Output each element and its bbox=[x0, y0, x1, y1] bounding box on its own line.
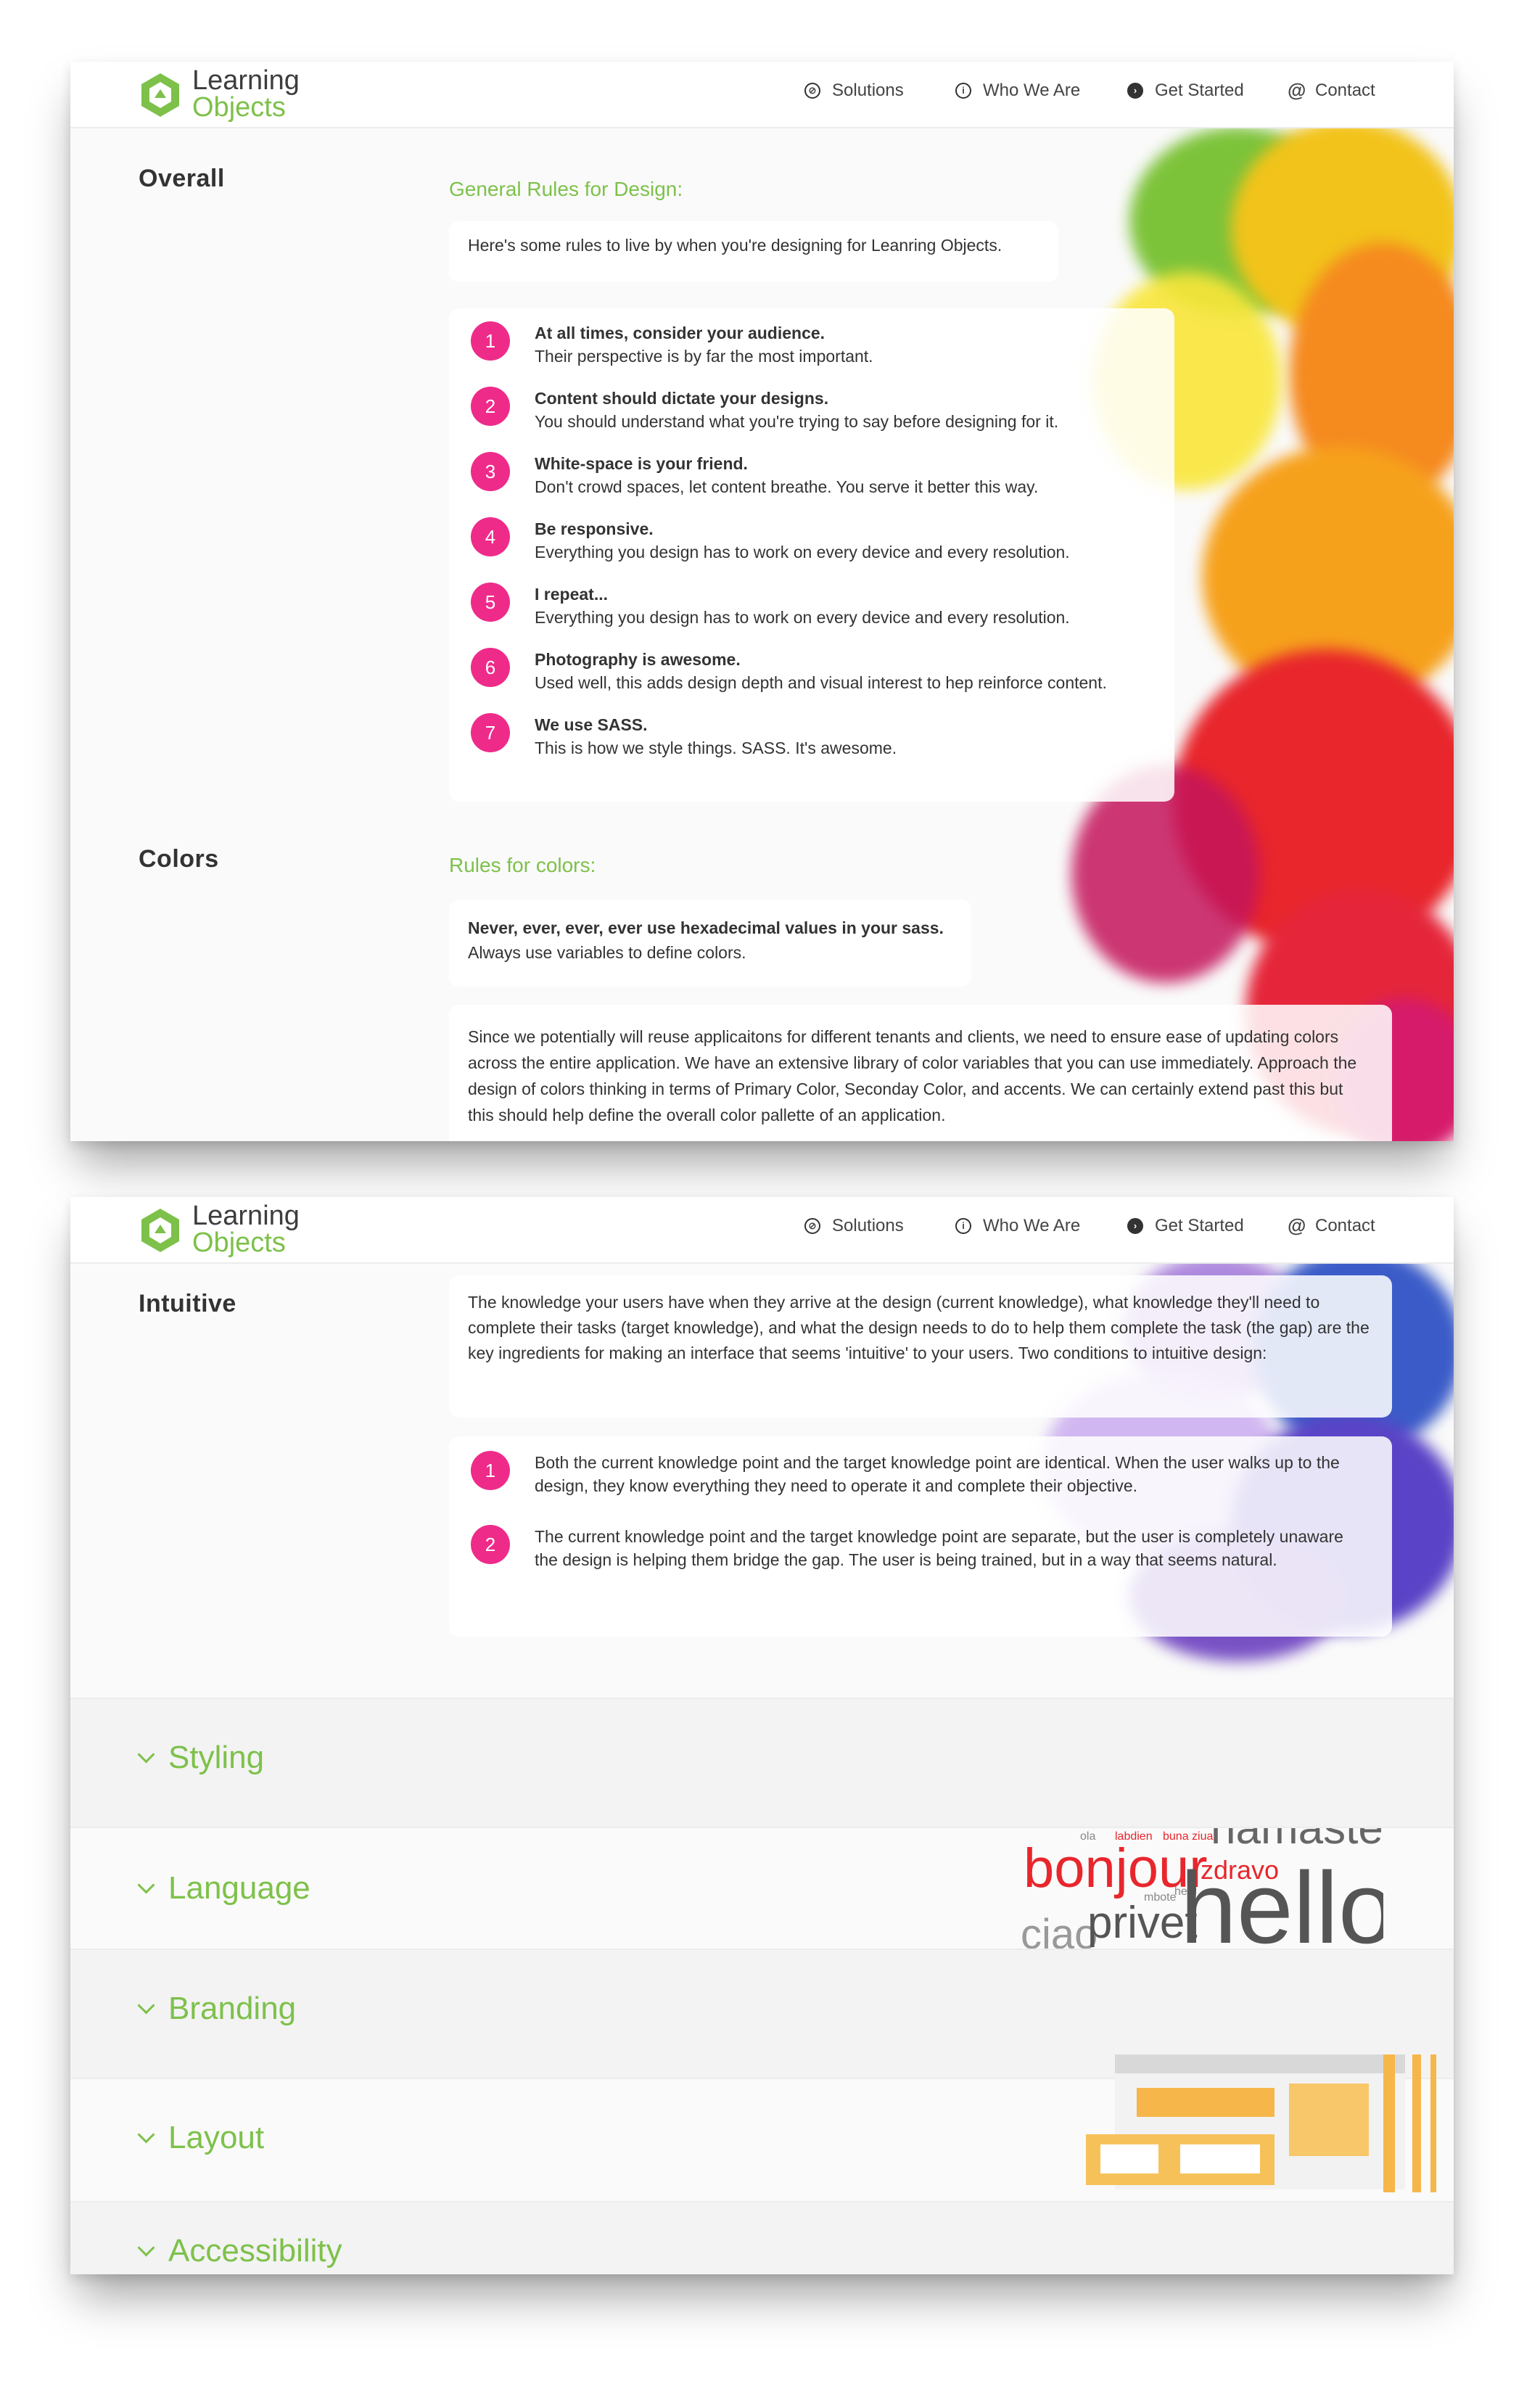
rule-title: We use SASS. bbox=[535, 715, 648, 734]
rule-title: Be responsive. bbox=[535, 519, 654, 538]
design-rules-list: 1 At all times, consider your audience. T… bbox=[449, 308, 1174, 802]
condition-text: The current knowledge point and the targ… bbox=[535, 1527, 1343, 1569]
accordion-accessibility[interactable]: Accessibility bbox=[70, 2201, 1454, 2274]
nav-solutions-label: Solutions bbox=[832, 1216, 904, 1235]
rule-body: Everything you design has to work on eve… bbox=[535, 608, 1070, 627]
colors-rule-card: Never, ever, ever, ever use hexadecimal … bbox=[449, 900, 971, 987]
intuitive-conditions-list: 1 Both the current knowledge point and t… bbox=[449, 1436, 1392, 1637]
chevron-down-icon bbox=[137, 1996, 155, 2015]
layout-wireframe-image bbox=[1071, 2054, 1454, 2192]
nav-get-started-label: Get Started bbox=[1155, 81, 1244, 100]
rule-body: Their perspective is by far the most imp… bbox=[535, 347, 873, 366]
rule-number-badge: 5 bbox=[471, 583, 510, 622]
logo-text-learning: Learning bbox=[192, 1201, 300, 1231]
condition-number-badge: 2 bbox=[471, 1525, 510, 1564]
rule-number-badge: 6 bbox=[471, 648, 510, 687]
arrow-right-circle-icon: › bbox=[1127, 83, 1143, 99]
site-header: Learning Objects ⊘ Solutions i Who We Ar… bbox=[70, 62, 1454, 128]
intuitive-paragraph: The knowledge your users have when they … bbox=[449, 1275, 1392, 1418]
nav-get-started[interactable]: › Get Started bbox=[1127, 1216, 1244, 1236]
info-icon: i bbox=[955, 1218, 971, 1234]
nav-contact[interactable]: @ Contact bbox=[1288, 1216, 1375, 1236]
logo-text-objects: Objects bbox=[192, 92, 286, 123]
accordion-label: Branding bbox=[168, 1991, 297, 2026]
info-icon: i bbox=[955, 83, 971, 99]
wordcloud-word: ciao bbox=[1021, 1911, 1098, 1951]
rule-title: I repeat... bbox=[535, 585, 608, 604]
screenshot-frame-intuitive: Learning Objects ⊘ Solutions i Who We Ar… bbox=[70, 1197, 1454, 2274]
compass-icon: ⊘ bbox=[804, 1218, 820, 1234]
overall-intro: Here's some rules to live by when you're… bbox=[449, 221, 1058, 282]
rule-number-badge: 1 bbox=[471, 321, 510, 361]
colors-paragraph: Since we potentially will reuse applicai… bbox=[449, 1005, 1392, 1141]
colors-heading: Rules for colors: bbox=[449, 854, 596, 876]
hexagon-logo-icon bbox=[141, 73, 179, 117]
nav-get-started-label: Get Started bbox=[1155, 1216, 1244, 1235]
logo-text-objects: Objects bbox=[192, 1227, 286, 1258]
colors-rule-bold: Never, ever, ever, ever use hexadecimal … bbox=[468, 918, 944, 937]
section-label-colors: Colors bbox=[139, 845, 219, 873]
rule-number-badge: 4 bbox=[471, 517, 510, 556]
chevron-down-icon bbox=[137, 2125, 155, 2144]
logo-text-learning: Learning bbox=[192, 65, 300, 96]
wordcloud-word: namaste bbox=[1211, 1828, 1383, 1854]
rule-title: Photography is awesome. bbox=[535, 650, 741, 669]
rule-body: You should understand what you're trying… bbox=[535, 412, 1059, 431]
nav-who-we-are-label: Who We Are bbox=[983, 1216, 1081, 1235]
rule-body: Everything you design has to work on eve… bbox=[535, 543, 1070, 562]
rule-body: Don't crowd spaces, let content breathe.… bbox=[535, 477, 1039, 496]
nav-contact-label: Contact bbox=[1315, 81, 1375, 100]
nav-get-started[interactable]: › Get Started bbox=[1127, 81, 1244, 101]
accordion-label: Accessibility bbox=[168, 2233, 342, 2268]
at-icon: @ bbox=[1288, 1214, 1306, 1236]
overall-heading: General Rules for Design: bbox=[449, 178, 683, 200]
rule-number-badge: 7 bbox=[471, 713, 510, 752]
rule-title: White-space is your friend. bbox=[535, 454, 748, 473]
hexagon-logo-icon bbox=[141, 1209, 179, 1252]
nav-solutions[interactable]: ⊘ Solutions bbox=[804, 81, 904, 101]
screenshot-frame-overall: Learning Objects ⊘ Solutions i Who We Ar… bbox=[70, 62, 1454, 1141]
section-label-overall: Overall bbox=[139, 165, 225, 192]
accordion-layout[interactable]: Layout bbox=[70, 2054, 1454, 2201]
at-icon: @ bbox=[1288, 79, 1306, 101]
language-wordcloud-image: ola labdien buna ziua namaste bonjour zd… bbox=[1021, 1828, 1383, 1950]
nav-who-we-are-label: Who We Are bbox=[983, 81, 1081, 100]
accordion-language[interactable]: Language ola labdien buna ziua namaste b… bbox=[70, 1827, 1454, 1950]
accordion-styling[interactable]: Styling bbox=[70, 1698, 1454, 1827]
accordion-label: Language bbox=[168, 1870, 310, 1906]
nav-who-we-are[interactable]: i Who We Are bbox=[955, 81, 1080, 101]
colors-rule-body: Always use variables to define colors. bbox=[468, 943, 746, 962]
compass-icon: ⊘ bbox=[804, 83, 820, 99]
rule-number-badge: 2 bbox=[471, 387, 510, 426]
rule-body: Used well, this adds design depth and vi… bbox=[535, 673, 1107, 692]
nav-contact-label: Contact bbox=[1315, 1216, 1375, 1235]
chevron-down-icon bbox=[137, 2238, 155, 2257]
arrow-right-circle-icon: › bbox=[1127, 1218, 1143, 1234]
site-header: Learning Objects ⊘ Solutions i Who We Ar… bbox=[70, 1197, 1454, 1264]
condition-number-badge: 1 bbox=[471, 1451, 510, 1490]
condition-text: Both the current knowledge point and the… bbox=[535, 1453, 1340, 1495]
accordion-label: Styling bbox=[168, 1740, 265, 1775]
brand-logo[interactable]: Learning Objects bbox=[137, 1201, 326, 1258]
chevron-down-icon bbox=[137, 1875, 155, 1894]
nav-contact[interactable]: @ Contact bbox=[1288, 81, 1375, 101]
chevron-down-icon bbox=[137, 1745, 155, 1764]
accordion-label: Layout bbox=[168, 2120, 265, 2155]
nav-who-we-are[interactable]: i Who We Are bbox=[955, 1216, 1080, 1236]
rule-title: Content should dictate your designs. bbox=[535, 389, 829, 408]
rule-title: At all times, consider your audience. bbox=[535, 324, 825, 342]
nav-solutions-label: Solutions bbox=[832, 81, 904, 100]
section-label-intuitive: Intuitive bbox=[139, 1290, 236, 1317]
brand-logo[interactable]: Learning Objects bbox=[137, 67, 326, 123]
rule-number-badge: 3 bbox=[471, 452, 510, 491]
nav-solutions[interactable]: ⊘ Solutions bbox=[804, 1216, 904, 1236]
rule-body: This is how we style things. SASS. It's … bbox=[535, 739, 897, 757]
wordcloud-word: hello bbox=[1180, 1851, 1383, 1951]
